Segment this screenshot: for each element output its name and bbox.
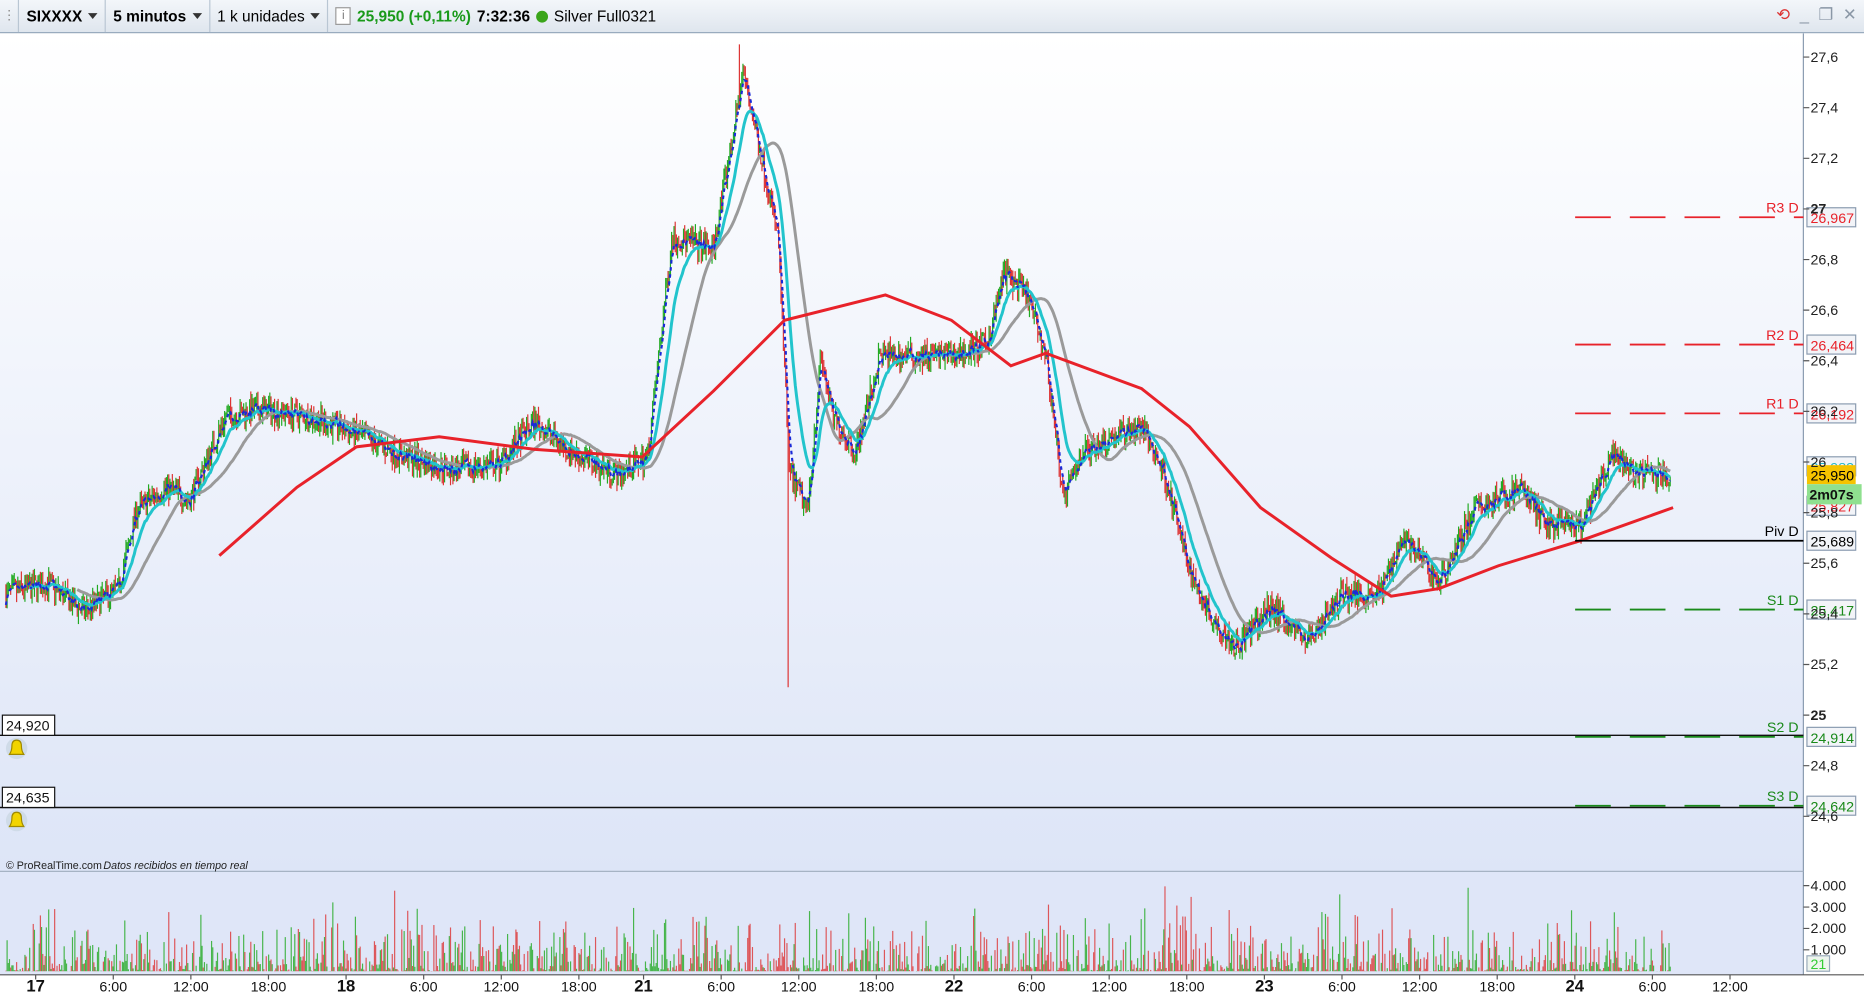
y-tick-label: 24,6 bbox=[1811, 809, 1839, 825]
x-tick-label: 12:00 bbox=[173, 979, 209, 995]
pivot-price-label: 26,464 bbox=[1811, 339, 1855, 355]
x-tick-label: 18:00 bbox=[1479, 979, 1515, 995]
y-tick-label: 25,6 bbox=[1811, 556, 1839, 572]
pivot-name: S3 D bbox=[1767, 789, 1799, 805]
volume-last-label: 21 bbox=[1811, 957, 1827, 973]
toolbar: ⫶ SIXXXX 5 minutos 1 k unidades i 25,950… bbox=[0, 0, 1864, 34]
x-tick-label: 6:00 bbox=[99, 979, 127, 995]
chart-canvas[interactable]: R3 D26,967R2 D26,464R1 D26,192Piv D25,68… bbox=[0, 33, 1864, 1000]
pivot-name: R1 D bbox=[1766, 397, 1798, 413]
x-tick-label: 24 bbox=[1566, 976, 1585, 995]
drag-handle-icon[interactable]: ⫶ bbox=[0, 0, 20, 33]
x-tick-label: 18:00 bbox=[859, 979, 895, 995]
x-tick-label: 18:00 bbox=[1169, 979, 1205, 995]
x-tick-label: 22 bbox=[945, 976, 964, 995]
pivot-name: Piv D bbox=[1765, 524, 1799, 540]
y-tick-label: 26,2 bbox=[1811, 404, 1839, 420]
timeframe-label: 5 minutos bbox=[113, 7, 187, 25]
x-tick-label: 6:00 bbox=[1018, 979, 1046, 995]
data-status: Datos recibidos en tiempo real bbox=[103, 860, 248, 872]
x-tick-label: 12:00 bbox=[483, 979, 519, 995]
y-tick-label: 25,2 bbox=[1811, 657, 1839, 673]
pivot-price-label: 25,689 bbox=[1811, 535, 1855, 551]
restore-button[interactable]: ❐ bbox=[1818, 5, 1833, 25]
units-label: 1 k unidades bbox=[217, 7, 305, 25]
sync-icon[interactable]: ⟲ bbox=[1776, 5, 1790, 25]
x-tick-label: 18:00 bbox=[251, 979, 287, 995]
alert-price-label: 24,920 bbox=[6, 719, 50, 735]
alert-price-label: 24,635 bbox=[6, 791, 50, 807]
bar-countdown: 2m07s bbox=[1809, 488, 1853, 504]
volume-tick-label: 2.000 bbox=[1811, 921, 1847, 937]
price-chart[interactable]: R3 D 26,967 R2 D 26,464 R1 D 26,192 Piv D 25,68… bbox=[0, 33, 1864, 1000]
last-price: 25,950 (+0,11%) bbox=[357, 7, 471, 25]
y-tick-label: 25,8 bbox=[1811, 505, 1839, 521]
y-tick-label: 26,6 bbox=[1811, 303, 1839, 319]
y-tick-label: 27,2 bbox=[1811, 151, 1839, 167]
copyright: © ProRealTime.com bbox=[6, 860, 102, 872]
x-tick-label: 21 bbox=[634, 976, 653, 995]
x-tick-label: 17 bbox=[26, 976, 45, 995]
volume-tick-label: 3.000 bbox=[1811, 900, 1847, 916]
x-tick-label: 6:00 bbox=[1328, 979, 1356, 995]
timeframe-select[interactable]: 5 minutos bbox=[106, 0, 210, 33]
y-tick-label: 26 bbox=[1811, 455, 1827, 471]
y-tick-label: 24,8 bbox=[1811, 758, 1839, 774]
info-icon[interactable]: i bbox=[335, 7, 352, 25]
y-tick-label: 27,4 bbox=[1811, 100, 1839, 116]
y-tick-label: 26,8 bbox=[1811, 252, 1839, 268]
pivot-name: S1 D bbox=[1767, 593, 1799, 609]
y-tick-label: 27 bbox=[1811, 202, 1827, 218]
clock: 7:32:36 bbox=[476, 7, 531, 25]
y-tick-label: 27,6 bbox=[1811, 50, 1839, 66]
volume-tick-label: 4.000 bbox=[1811, 878, 1847, 894]
x-tick-label: 6:00 bbox=[707, 979, 735, 995]
close-button[interactable]: ✕ bbox=[1843, 5, 1857, 25]
x-tick-label: 12:00 bbox=[781, 979, 817, 995]
feed-name: Silver Full0321 bbox=[553, 7, 657, 25]
price-panel bbox=[0, 33, 1804, 872]
x-tick-label: 12:00 bbox=[1091, 979, 1127, 995]
symbol-select[interactable]: SIXXXX bbox=[19, 0, 107, 33]
y-tick-label: 25 bbox=[1811, 708, 1827, 724]
x-tick-label: 12:00 bbox=[1402, 979, 1438, 995]
pivot-name: R2 D bbox=[1766, 328, 1798, 344]
symbol-label: SIXXXX bbox=[26, 7, 83, 25]
x-tick-label: 18:00 bbox=[561, 979, 597, 995]
pivot-price-label: 24,914 bbox=[1811, 731, 1855, 747]
x-tick-label: 18 bbox=[337, 976, 355, 995]
pivot-name: R3 D bbox=[1766, 201, 1798, 217]
price-tag-label: 25,950 bbox=[1811, 469, 1855, 485]
y-tick-label: 26,4 bbox=[1811, 354, 1839, 370]
x-tick-label: 23 bbox=[1255, 976, 1274, 995]
units-select[interactable]: 1 k unidades bbox=[210, 0, 329, 33]
x-tick-label: 12:00 bbox=[1712, 979, 1748, 995]
status-dot-icon bbox=[536, 10, 548, 22]
x-tick-label: 6:00 bbox=[1639, 979, 1667, 995]
y-tick-label: 25,4 bbox=[1811, 607, 1839, 623]
quote-info: i 25,950 (+0,11%) 7:32:36 Silver Full032… bbox=[329, 0, 664, 32]
minimize-button[interactable]: _ bbox=[1800, 5, 1809, 25]
pivot-name: S2 D bbox=[1767, 720, 1799, 736]
x-tick-label: 6:00 bbox=[410, 979, 438, 995]
